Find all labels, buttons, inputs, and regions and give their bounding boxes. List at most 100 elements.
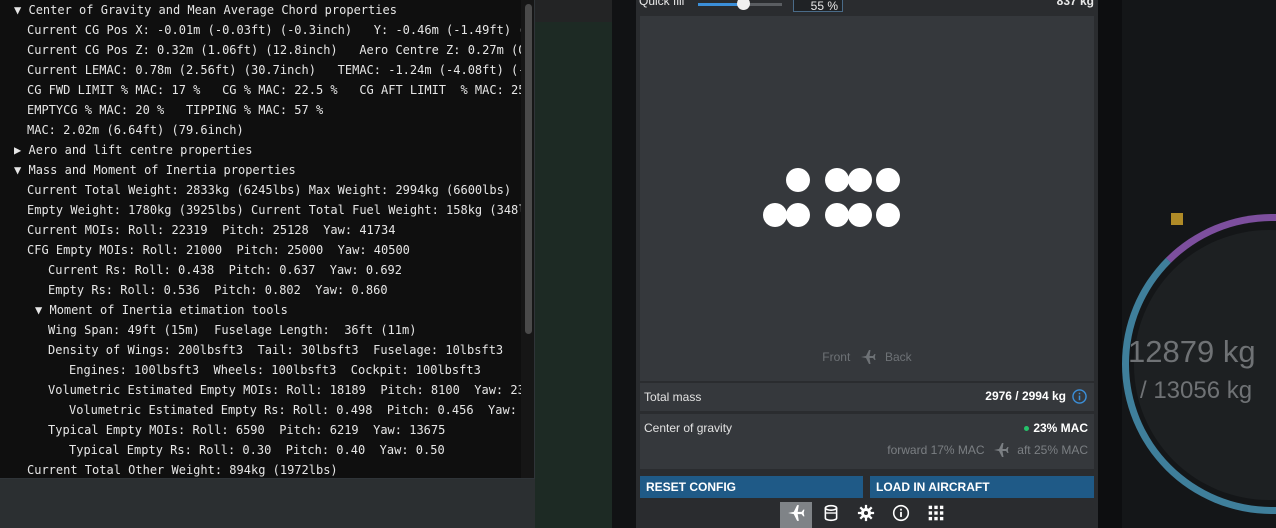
tree-row-text: Empty Rs: Roll: 0.536 Pitch: 0.802 Yaw: …: [48, 283, 388, 297]
tree-row: Volumetric Estimated Empty Rs: Roll: 0.4…: [69, 400, 521, 420]
collapse-triangle-icon[interactable]: ▼: [35, 303, 42, 317]
plane-icon: [860, 349, 876, 365]
tree-row: CFG Empty MOIs: Roll: 21000 Pitch: 25000…: [27, 240, 410, 260]
center-of-gravity-row: Center of gravity 23% MAC forward 17% MA…: [640, 414, 1094, 469]
tree-node-header[interactable]: ▼ Center of Gravity and Mean Average Cho…: [14, 0, 397, 20]
quick-fill-value: 55 %: [810, 0, 838, 13]
quick-fill-label: Quick fill: [639, 0, 685, 8]
seat[interactable]: [848, 203, 872, 227]
background-gap: [612, 0, 636, 528]
tree-node-header[interactable]: ▼ Mass and Moment of Inertia properties: [14, 160, 296, 180]
seat[interactable]: [848, 168, 872, 192]
tree-row-text: Current Rs: Roll: 0.438 Pitch: 0.637 Yaw…: [48, 263, 403, 277]
tree-row-text: Aero and lift centre properties: [28, 143, 253, 157]
tree-row: Density of Wings: 200lbsft3 Tail: 30lbsf…: [48, 340, 503, 360]
tree-node-header[interactable]: ▼ Moment of Inertia etimation tools: [35, 300, 288, 320]
total-mass-label: Total mass: [644, 390, 702, 404]
tree-row-text: Center of Gravity and Mean Average Chord…: [28, 3, 397, 17]
cg-label: Center of gravity: [644, 421, 733, 435]
seat-map: Front Back: [640, 16, 1094, 381]
seat[interactable]: [763, 203, 787, 227]
cg-forward-limit: forward 17% MAC: [887, 443, 985, 457]
tree-row: Current MOIs: Roll: 22319 Pitch: 25128 Y…: [27, 220, 395, 240]
tree-row-text: Current CG Pos X: -0.01m (-0.03ft) (-0.3…: [27, 23, 521, 37]
tree-row-text: Mass and Moment of Inertia properties: [28, 163, 296, 177]
background-gap-right: [1098, 0, 1122, 528]
total-mass-row: Total mass 2976 / 2994 kg: [640, 383, 1094, 411]
info-icon: [892, 504, 910, 527]
tree-row-text: Empty Weight: 1780kg (3925lbs) Current T…: [27, 203, 521, 217]
expand-triangle-icon[interactable]: ▶: [14, 143, 21, 157]
tree-row: Typical Empty MOIs: Roll: 6590 Pitch: 62…: [48, 420, 445, 440]
tree-row-text: Current Total Other Weight: 894kg (1972l…: [27, 463, 338, 477]
collapse-triangle-icon[interactable]: ▼: [14, 3, 21, 17]
tab-settings[interactable]: [850, 502, 882, 528]
info-icon[interactable]: [1072, 389, 1087, 404]
cg-value: 23% MAC: [1024, 421, 1088, 435]
tree-row-text: Engines: 100lbsft3 Wheels: 100lbsft3 Coc…: [69, 363, 481, 377]
background-middle-strip: [535, 0, 612, 528]
tree-node-header[interactable]: ▶ Aero and lift centre properties: [14, 140, 252, 160]
background-lower-strip: [0, 478, 612, 528]
tree-row-text: Current LEMAC: 0.78m (2.56ft) (30.7inch)…: [27, 63, 521, 77]
quick-fill-input[interactable]: 55 %: [793, 0, 843, 13]
quick-fill-bar: Quick fill 55 % 837 kg: [636, 0, 1098, 14]
quick-fill-slider-handle[interactable]: [737, 0, 750, 10]
debug-properties-panel: ▼ Center of Gravity and Mean Average Cho…: [0, 0, 535, 479]
tab-fuel[interactable]: [815, 502, 847, 528]
tree-row: Empty Rs: Roll: 0.536 Pitch: 0.802 Yaw: …: [48, 280, 388, 300]
seat[interactable]: [876, 203, 900, 227]
back-label: Back: [885, 350, 912, 364]
tree-row: MAC: 2.02m (6.64ft) (79.6inch): [27, 120, 244, 140]
tree-row: Current Total Weight: 2833kg (6245lbs) M…: [27, 180, 511, 200]
tab-bar: [776, 502, 956, 528]
scrollbar-thumb[interactable]: [525, 4, 532, 334]
fuel-gauge-marker: [1171, 213, 1183, 225]
tab-plane[interactable]: [780, 502, 812, 528]
aircraft-config-panel: Quick fill 55 % 837 kg Front Back Total …: [636, 0, 1098, 528]
collapse-triangle-icon[interactable]: ▼: [14, 163, 21, 177]
front-label: Front: [822, 350, 851, 364]
tree-row: Current CG Pos X: -0.01m (-0.03ft) (-0.3…: [27, 20, 521, 40]
cg-value-text: 23% MAC: [1033, 421, 1088, 435]
cg-limits: forward 17% MAC aft 25% MAC: [887, 442, 1088, 458]
tree-row: Current Rs: Roll: 0.438 Pitch: 0.637 Yaw…: [48, 260, 402, 280]
fuel-display: 12879 kg / 13056 kg: [1122, 0, 1276, 528]
tree-row: Current LEMAC: 0.78m (2.56ft) (30.7inch)…: [27, 60, 521, 80]
reset-config-button[interactable]: RESET CONFIG: [640, 476, 863, 498]
seat[interactable]: [825, 203, 849, 227]
tab-grid[interactable]: [920, 502, 952, 528]
tree-row-text: Typical Empty Rs: Roll: 0.30 Pitch: 0.40…: [69, 443, 445, 457]
tree-row-text: Wing Span: 49ft (15m) Fuselage Length: 3…: [48, 323, 417, 337]
seat[interactable]: [786, 168, 810, 192]
gear-icon: [857, 504, 875, 527]
load-in-aircraft-button[interactable]: LOAD IN AIRCRAFT: [870, 476, 1094, 498]
fuel-current-weight: 12879 kg: [1128, 334, 1256, 369]
tree-row-text: MAC: 2.02m (6.64ft) (79.6inch): [27, 123, 244, 137]
property-tree: ▼ Center of Gravity and Mean Average Cho…: [0, 0, 521, 478]
cg-aft-limit: aft 25% MAC: [1017, 443, 1088, 457]
tree-row: EMPTYCG % MAC: 20 % TIPPING % MAC: 57 %: [27, 100, 323, 120]
tree-row-text: CFG Empty MOIs: Roll: 21000 Pitch: 25000…: [27, 243, 410, 257]
orientation-legend: Front Back: [640, 349, 1094, 365]
seat[interactable]: [876, 168, 900, 192]
fuel-capacity-weight: / 13056 kg: [1140, 377, 1253, 404]
tab-info[interactable]: [885, 502, 917, 528]
seat[interactable]: [786, 203, 810, 227]
quick-fill-weight: 837 kg: [1056, 0, 1094, 8]
seat[interactable]: [825, 168, 849, 192]
tree-row: CG FWD LIMIT % MAC: 17 % CG % MAC: 22.5 …: [27, 80, 521, 100]
tree-row-text: CG FWD LIMIT % MAC: 17 % CG % MAC: 22.5 …: [27, 83, 521, 97]
tree-row-text: Moment of Inertia etimation tools: [49, 303, 288, 317]
background-top-strip: [535, 0, 612, 22]
tree-row-text: Current Total Weight: 2833kg (6245lbs) M…: [27, 183, 512, 197]
tree-row-text: Volumetric Estimated Empty MOIs: Roll: 1…: [48, 383, 521, 397]
fuel-drum-icon: [822, 504, 840, 527]
tree-row-text: EMPTYCG % MAC: 20 % TIPPING % MAC: 57 %: [27, 103, 324, 117]
tree-row-text: Current CG Pos Z: 0.32m (1.06ft) (12.8in…: [27, 43, 521, 57]
total-mass-value: 2976 / 2994 kg: [985, 389, 1066, 403]
cg-status-dot: [1024, 426, 1030, 432]
plane-icon: [787, 504, 805, 527]
tree-row: Wing Span: 49ft (15m) Fuselage Length: 3…: [48, 320, 416, 340]
tree-row-text: Typical Empty MOIs: Roll: 6590 Pitch: 62…: [48, 423, 446, 437]
